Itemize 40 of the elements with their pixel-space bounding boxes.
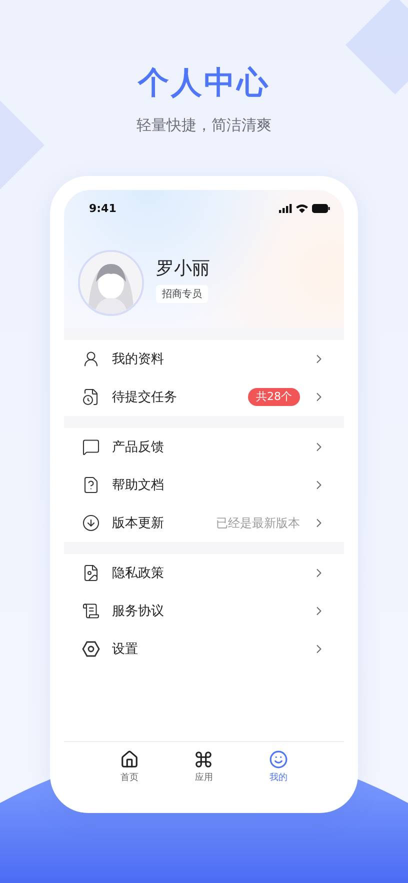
menu-label: 产品反馈 bbox=[112, 439, 165, 456]
role-tag: 招商专员 bbox=[156, 284, 208, 302]
smile-icon bbox=[269, 750, 288, 769]
settings-icon bbox=[82, 640, 100, 658]
menu-item[interactable]: 帮助文档 bbox=[64, 466, 344, 504]
page-subtitle: 轻量快捷，简洁清爽 bbox=[136, 115, 272, 135]
user-icon bbox=[82, 350, 100, 368]
menu-label: 设置 bbox=[112, 641, 139, 658]
menu-label: 帮助文档 bbox=[112, 477, 165, 494]
menu-label: 版本更新 bbox=[112, 515, 165, 532]
status-time: 9:41 bbox=[89, 202, 116, 214]
command-icon bbox=[194, 750, 214, 769]
menu-label: 隐私政策 bbox=[112, 565, 165, 582]
menu-item[interactable]: 待提交任务 共28个 bbox=[64, 378, 344, 416]
menu-item[interactable]: 设置 bbox=[64, 630, 344, 668]
home-icon bbox=[120, 750, 139, 769]
message-icon bbox=[82, 438, 100, 456]
menu-item[interactable]: 隐私政策 bbox=[64, 554, 344, 592]
tab[interactable]: 应用 bbox=[178, 742, 229, 799]
menu-item[interactable]: 版本更新 已经是最新版本 bbox=[64, 504, 344, 542]
battery-icon bbox=[312, 204, 330, 212]
document-clock-icon bbox=[82, 388, 100, 406]
tab[interactable]: 首页 bbox=[104, 742, 154, 799]
download-icon bbox=[82, 514, 100, 532]
count-badge: 共28个 bbox=[248, 388, 300, 406]
wifi-icon bbox=[296, 204, 308, 212]
menu-label: 待提交任务 bbox=[112, 389, 178, 406]
menu-item[interactable]: 服务协议 bbox=[64, 592, 344, 630]
version-status: 已经是最新版本 bbox=[216, 514, 300, 532]
signal-icon bbox=[279, 204, 292, 212]
user-name: 罗小丽 bbox=[156, 258, 210, 280]
question-document-icon bbox=[82, 476, 100, 494]
menu-item[interactable]: 产品反馈 bbox=[64, 428, 344, 466]
page-title: 个人中心 bbox=[138, 64, 270, 102]
tab[interactable]: 我的 bbox=[254, 742, 304, 799]
menu-label: 我的资料 bbox=[112, 351, 165, 368]
document-icon bbox=[82, 564, 100, 582]
menu-item[interactable]: 我的资料 bbox=[64, 340, 344, 378]
scroll-icon bbox=[82, 602, 100, 620]
menu-label: 服务协议 bbox=[112, 603, 165, 620]
